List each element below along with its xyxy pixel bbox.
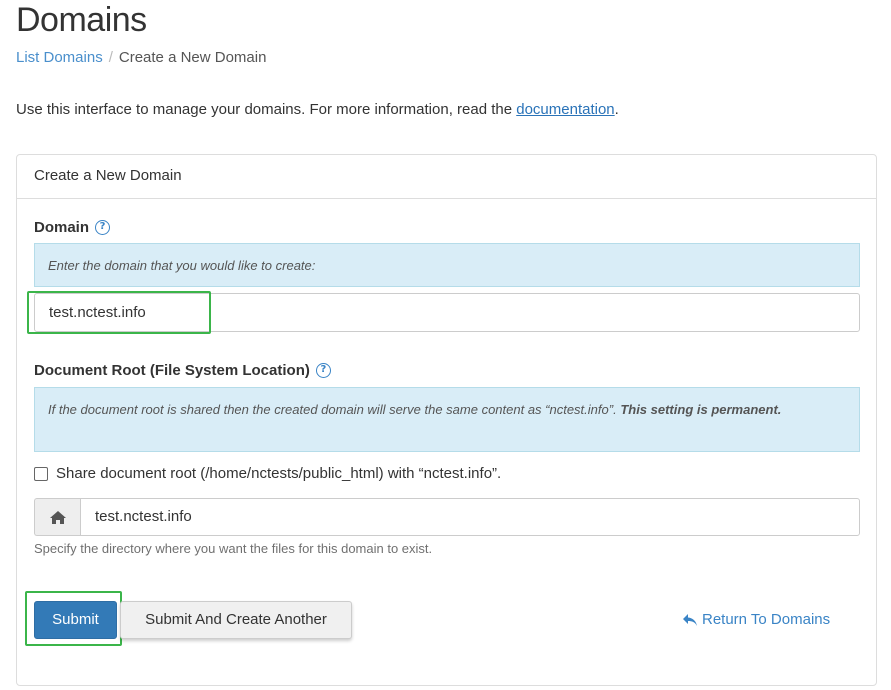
- question-circle-icon[interactable]: ?: [95, 220, 111, 235]
- share-docroot-row[interactable]: Share document root (/home/nctests/publi…: [34, 465, 501, 482]
- docroot-help-text: Specify the directory where you want the…: [34, 541, 433, 556]
- intro-text-end: .: [614, 101, 619, 118]
- return-to-domains-label[interactable]: Return To Domains: [702, 611, 830, 628]
- submit-button[interactable]: Submit: [34, 601, 117, 639]
- intro-text: Use this interface to manage your domain…: [16, 100, 619, 120]
- breadcrumb-current: Create a New Domain: [118, 49, 267, 66]
- share-docroot-checkbox[interactable]: [34, 466, 48, 481]
- docroot-info-text: If the document root is shared then the …: [48, 402, 621, 417]
- share-docroot-label[interactable]: Share document root (/home/nctests/publi…: [56, 465, 501, 482]
- docroot-info-box: If the document root is shared then the …: [34, 387, 860, 452]
- intro-text-body: Use this interface to manage your domain…: [16, 101, 517, 118]
- submit-and-create-another-button[interactable]: Submit And Create Another: [120, 601, 352, 639]
- domain-label: Domain ?: [34, 219, 111, 236]
- home-icon: [34, 498, 80, 536]
- create-domain-panel: Create a New Domain Domain ? Enter the d…: [16, 154, 877, 686]
- reply-arrow-icon: [683, 613, 697, 626]
- domain-input[interactable]: test.nctest.info: [34, 293, 860, 332]
- domain-label-text: Domain: [34, 219, 90, 236]
- docroot-input[interactable]: test.nctest.info: [80, 498, 860, 536]
- breadcrumb-list-domains-link[interactable]: List Domains: [16, 49, 103, 66]
- docroot-label-text: Document Root (File System Location): [34, 362, 310, 379]
- return-to-domains-link[interactable]: Return To Domains: [682, 611, 830, 628]
- domain-info-box: Enter the domain that you would like to …: [34, 243, 860, 287]
- question-circle-icon[interactable]: ?: [315, 363, 331, 378]
- documentation-link[interactable]: documentation: [516, 101, 614, 118]
- breadcrumb: List Domains / Create a New Domain: [16, 48, 266, 68]
- docroot-label: Document Root (File System Location) ?: [34, 362, 331, 379]
- docroot-info-bold: This setting is permanent.: [620, 402, 782, 417]
- panel-heading: Create a New Domain: [17, 155, 876, 199]
- docroot-input-group: test.nctest.info: [34, 498, 860, 536]
- breadcrumb-separator: /: [108, 49, 113, 66]
- page-title: Domains: [16, 1, 147, 39]
